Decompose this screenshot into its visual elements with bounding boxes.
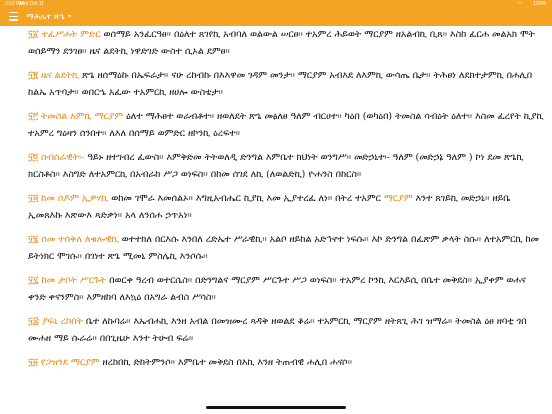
verse-paragraph: ፶፩ ተፈሥሐት ምድር ወሰማይ አንፈርዓፀ፡፡ በዕለተ ጸገየኪ አብባ… [28, 26, 544, 60]
verse-paragraph: ፶፯ ከመ ታቦት ሥርጉት በወርቀ ዓረብ ወተርሴስ፡፡ በድንግልና ማ… [28, 272, 544, 306]
verse-list[interactable]: ፶፩ ተፈሥሐት ምድር ወሰማይ አንፈርዓፀ፡፡ በዕለተ ጸገየኪ አብባ… [28, 26, 544, 406]
verse-number: ፶፱ [28, 357, 41, 368]
page-title[interactable]: ማሕሌተ ጽጌ [26, 8, 65, 26]
wifi-icon: ◠ [517, 1, 522, 7]
verse-paragraph: ፶፰ ያፍኒ ረከበት ቤተ ለኩባሬ፡፡ እኤብሐኪ እንዘ አብል በመዝሙ… [28, 313, 544, 347]
battery-indicator: 100% [533, 1, 546, 7]
verse-paragraph: ፶፱ የጋዝንደ ማርያም ዘረከበኪ ድከትምንሶ፡፡ እምቤተ መቅደስ በ… [28, 354, 544, 371]
verse-paragraph: ፶፮ ሰመ ተሰቅለ ለቁሎዊኪ ወተተክለ በርእሱ እንበለ ረድኤተ ሥራ… [28, 231, 544, 265]
verse-highlight: ዜና ልደትኪ [40, 70, 80, 81]
verse-highlight: የጋዝንደ ማርያም [40, 357, 100, 368]
verse-paragraph: ፶፬ ሰብሰራዊት፡- ዓይኑ ዘተገብረ ፈውስ፡፡ እምቅድመ ትትወለዲ … [28, 149, 544, 183]
verse-highlight: ተፈሥሐት ምድር [41, 29, 101, 40]
hamburger-menu-icon[interactable] [9, 12, 18, 21]
verse-paragraph: ፶፭ ከመ ሰዶም ኢዎሃኪ ወከመ ገሞራ እመሰልኦ፡፡ እግዚአብሔር ኪ… [28, 190, 544, 224]
verse-highlight: ከመ ታቦት ሥርጉት [41, 275, 107, 286]
verse-number: ፶፩ [28, 29, 42, 40]
verse-text: ጽጌ ዘሰማዕኩ በኤፍራታ፡፡ ናሁ ረከብኩ በእእዋመ ገዳም መንታ፡፡… [28, 70, 533, 98]
verse-number: ፶፬ [28, 152, 41, 163]
verse-number: ፶፪ [28, 70, 41, 81]
verse-number: ፶፫ [28, 111, 41, 122]
verse-number: ፶፰ [28, 316, 42, 327]
verse-number: ፶፭ [28, 193, 42, 204]
verse-highlight: ያፍኒ ረከበት [41, 316, 83, 327]
verse-inline-highlight: ማርያም [383, 193, 413, 204]
navigation-bar: ማሕሌተ ጽጌ ▾ [0, 8, 552, 26]
verse-number: ፶፯ [28, 275, 42, 286]
verse-paragraph: ፶፪ ዜና ልደትኪ ጽጌ ዘሰማዕኩ በኤፍራታ፡፡ ናሁ ረከብኩ በእእዋ… [28, 67, 544, 101]
chevron-down-icon[interactable]: ▾ [68, 8, 71, 26]
home-indicator[interactable] [206, 406, 346, 409]
verse-paragraph: ፶፫ ትመስል እምኪ ማርያም ዕለተ ማሕፀተ ወራብቶተ፡፡ ዘወለደት … [28, 108, 544, 142]
status-bar: 2:53 PM Wed Oct 11 ◠ 100% [0, 0, 552, 8]
verse-number: ፶፮ [28, 234, 42, 245]
status-date: Wed Oct 11 [18, 1, 44, 7]
verse-highlight: ሰብሰራዊት፡- [40, 152, 85, 163]
verse-text: ቤተ ለኩባሬ፡፡ እኤብሐኪ እንዘ አብል በመዝሙረ ጻዳቅ ዘወልደ ቆ… [28, 316, 527, 344]
verse-highlight: ከመ ሰዶም ኢዎሃኪ [41, 193, 109, 204]
verse-highlight: ሰመ ተሰቅለ ለቁሎዊኪ [41, 234, 119, 245]
verse-highlight: ትመስል እምኪ ማርያም [40, 111, 124, 122]
verse-text: ዓይኑ ዘተገብረ ፈውስ፡፡ እምቅድመ ትትወለዲ ድንግል እምቤተ ክህ… [28, 152, 524, 180]
verse-text: ወሰማይ አንፈርዓፀ፡፡ በዕለተ ጸገየኪ አብባለ ወልውል ሠርፀ፡፡ … [28, 29, 535, 57]
verse-text: ዘረከበኪ ድከትምንሶ፡፡ እምቤተ መቅደስ በእኪ እንዘ ትጠብዊ ሐሊ… [99, 357, 352, 368]
